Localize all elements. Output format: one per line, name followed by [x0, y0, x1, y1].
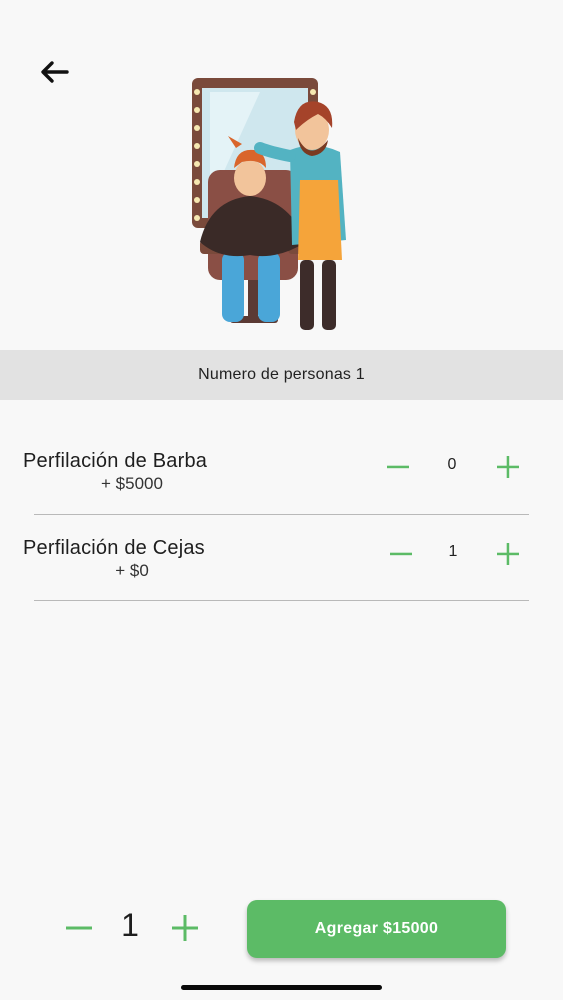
divider — [34, 514, 529, 515]
increase-button[interactable] — [493, 539, 523, 569]
status-bar — [0, 0, 563, 44]
barber-illustration — [150, 70, 410, 340]
persons-count-band: Numero de personas 1 — [0, 350, 563, 400]
minus-icon — [390, 552, 412, 556]
barber-cutting-hair-illustration — [192, 78, 346, 330]
persons-count-label: Numero de personas 1 — [198, 366, 365, 383]
decrease-button[interactable] — [383, 452, 413, 482]
people-count: 1 — [121, 907, 139, 943]
plus-icon — [172, 915, 198, 941]
service-name: Perfilación de Barba — [23, 450, 208, 472]
divider — [34, 600, 529, 601]
service-quantity: 1 — [448, 543, 458, 560]
add-button-label: Agregar $15000 — [314, 920, 439, 937]
service-quantity: 0 — [447, 456, 457, 473]
increase-button[interactable] — [493, 452, 523, 482]
back-button[interactable] — [34, 56, 74, 88]
service-price: + $5000 — [101, 474, 163, 493]
plus-icon — [497, 543, 519, 565]
home-indicator — [181, 985, 382, 990]
service-row: Perfilación de Barba + $5000 0 — [0, 450, 563, 536]
add-to-cart-button[interactable]: Agregar $15000 — [247, 900, 506, 958]
plus-icon — [497, 456, 519, 478]
service-price: + $0 — [115, 561, 149, 580]
bottom-bar: 1 Agregar $15000 — [0, 895, 563, 965]
service-row: Perfilación de Cejas + $0 1 — [0, 537, 563, 623]
decrease-people-button[interactable] — [62, 913, 96, 943]
minus-icon — [66, 926, 92, 930]
decrease-button[interactable] — [386, 539, 416, 569]
increase-people-button[interactable] — [168, 913, 202, 943]
arrow-left-icon — [41, 61, 69, 83]
service-name: Perfilación de Cejas — [23, 537, 205, 559]
minus-icon — [387, 465, 409, 469]
